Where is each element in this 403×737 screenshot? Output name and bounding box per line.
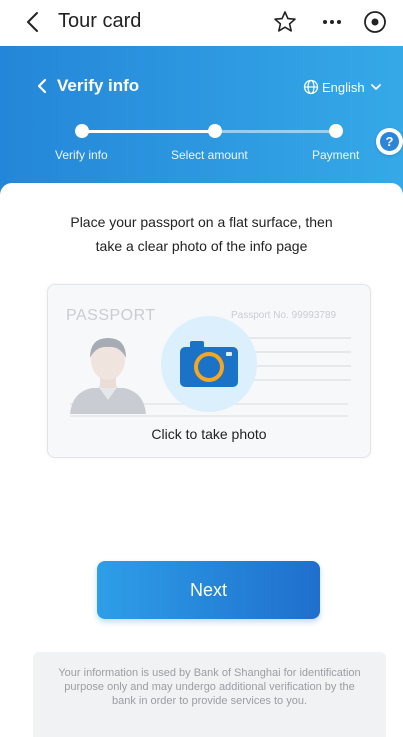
passport-line — [70, 415, 348, 417]
passport-number: Passport No. 99993789 — [231, 310, 337, 321]
passport-line — [233, 337, 351, 339]
top-navigation-bar: Tour card — [0, 0, 403, 46]
more-icon[interactable] — [318, 9, 346, 35]
disclaimer-text: Your information is used by Bank of Shan… — [58, 667, 361, 707]
instruction-text: Place your passport on a flat surface, t… — [40, 210, 363, 258]
next-button[interactable]: Next — [97, 561, 320, 619]
instruction-line-2: take a clear photo of the info page — [95, 238, 308, 254]
step-dot-select-amount — [208, 124, 222, 138]
passport-title: PASSPORT — [66, 307, 156, 324]
progress-line-completed — [82, 130, 215, 133]
globe-icon — [303, 79, 319, 95]
language-label: English — [322, 79, 365, 95]
step-dot-verify-info — [75, 124, 89, 138]
step-label-payment: Payment — [312, 148, 360, 162]
target-icon[interactable] — [363, 10, 387, 34]
take-photo-caption[interactable]: Click to take photo — [48, 426, 370, 442]
step-dot-payment — [329, 124, 343, 138]
step-label-select-amount: Select amount — [171, 148, 248, 162]
help-button[interactable]: ? — [376, 128, 403, 155]
person-avatar-icon — [70, 338, 146, 414]
star-icon[interactable] — [272, 9, 298, 35]
language-selector[interactable]: English — [303, 77, 384, 97]
instruction-line-1: Place your passport on a flat surface, t… — [70, 214, 333, 230]
progress-line-pending — [215, 130, 336, 133]
verify-header-banner: Verify info English Verify info Select a… — [0, 46, 403, 196]
camera-icon[interactable] — [178, 339, 240, 391]
page-title: Tour card — [58, 10, 142, 32]
help-icon: ? — [380, 132, 399, 151]
passport-photo-area[interactable]: PASSPORT Passport No. 99993789 Click to … — [47, 284, 371, 458]
back-arrow-icon[interactable] — [22, 10, 46, 34]
back-chevron-icon[interactable] — [34, 78, 50, 94]
step-label-verify-info: Verify info — [55, 148, 108, 162]
section-title: Verify info — [57, 76, 140, 95]
chevron-down-icon — [370, 84, 381, 90]
disclaimer-box: Your information is used by Bank of Shan… — [33, 652, 386, 737]
